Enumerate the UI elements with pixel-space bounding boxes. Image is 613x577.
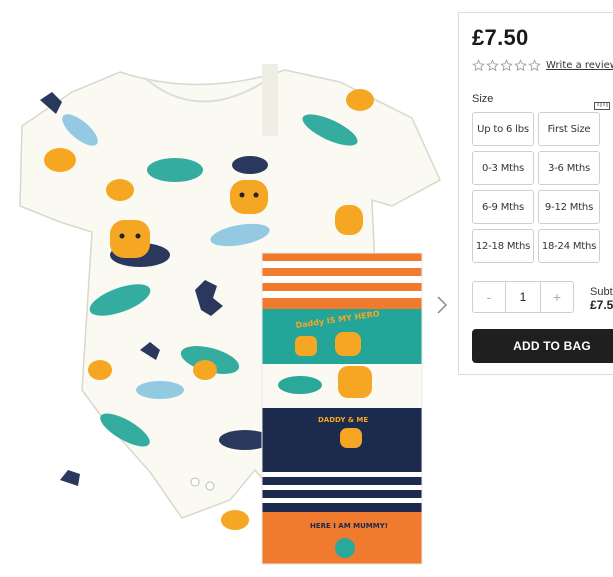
size-option[interactable]: 12-18 Mths (472, 229, 534, 263)
pack-label-2: DADDY & ME (318, 416, 368, 424)
size-option[interactable]: 9-12 Mths (538, 190, 600, 224)
rating-stars (472, 59, 541, 72)
star-outline-icon (514, 59, 527, 72)
quantity-stepper: - 1 + (472, 281, 574, 313)
size-label: Size (472, 93, 494, 105)
size-option[interactable]: 3-6 Mths (538, 151, 600, 185)
size-option[interactable]: 6-9 Mths (472, 190, 534, 224)
rating-row: Write a review (472, 59, 613, 72)
quantity-decrease-button[interactable]: - (472, 281, 506, 313)
add-to-bag-button[interactable]: ADD TO BAG (472, 329, 613, 363)
size-option[interactable]: 0-3 Mths (472, 151, 534, 185)
bodysuit-illustration: Daddy IS MY HERO DADDY & ME HERE I AM MU… (19, 64, 441, 565)
star-outline-icon (500, 59, 513, 72)
product-image[interactable]: Daddy IS MY HERO DADDY & ME HERE I AM MU… (0, 0, 450, 572)
star-outline-icon (528, 59, 541, 72)
chevron-right-icon (437, 296, 447, 314)
star-outline-icon (472, 59, 485, 72)
size-options: Up to 6 lbs First Size 0-3 Mths 3-6 Mths… (472, 112, 607, 263)
subtotal-value: £7.50 (590, 298, 613, 312)
quantity-input[interactable]: 1 (506, 281, 540, 313)
star-outline-icon (486, 59, 499, 72)
purchase-panel: £7.50 Write a review Size Up to 6 lbs Fi… (458, 12, 613, 375)
pack-label-3: HERE I AM MUMMY! (310, 522, 388, 530)
size-option[interactable]: Up to 6 lbs (472, 112, 534, 146)
write-review-link[interactable]: Write a review (546, 60, 613, 71)
quantity-increase-button[interactable]: + (540, 281, 574, 313)
carousel-next-button[interactable] (432, 290, 452, 320)
product-price: £7.50 (472, 25, 529, 50)
multipack-stack: Daddy IS MY HERO DADDY & ME HERE I AM MU… (261, 252, 423, 565)
size-option[interactable]: 18-24 Mths (538, 229, 600, 263)
subtotal: Subtotal £7.50 (590, 286, 613, 312)
size-option[interactable]: First Size (538, 112, 600, 146)
